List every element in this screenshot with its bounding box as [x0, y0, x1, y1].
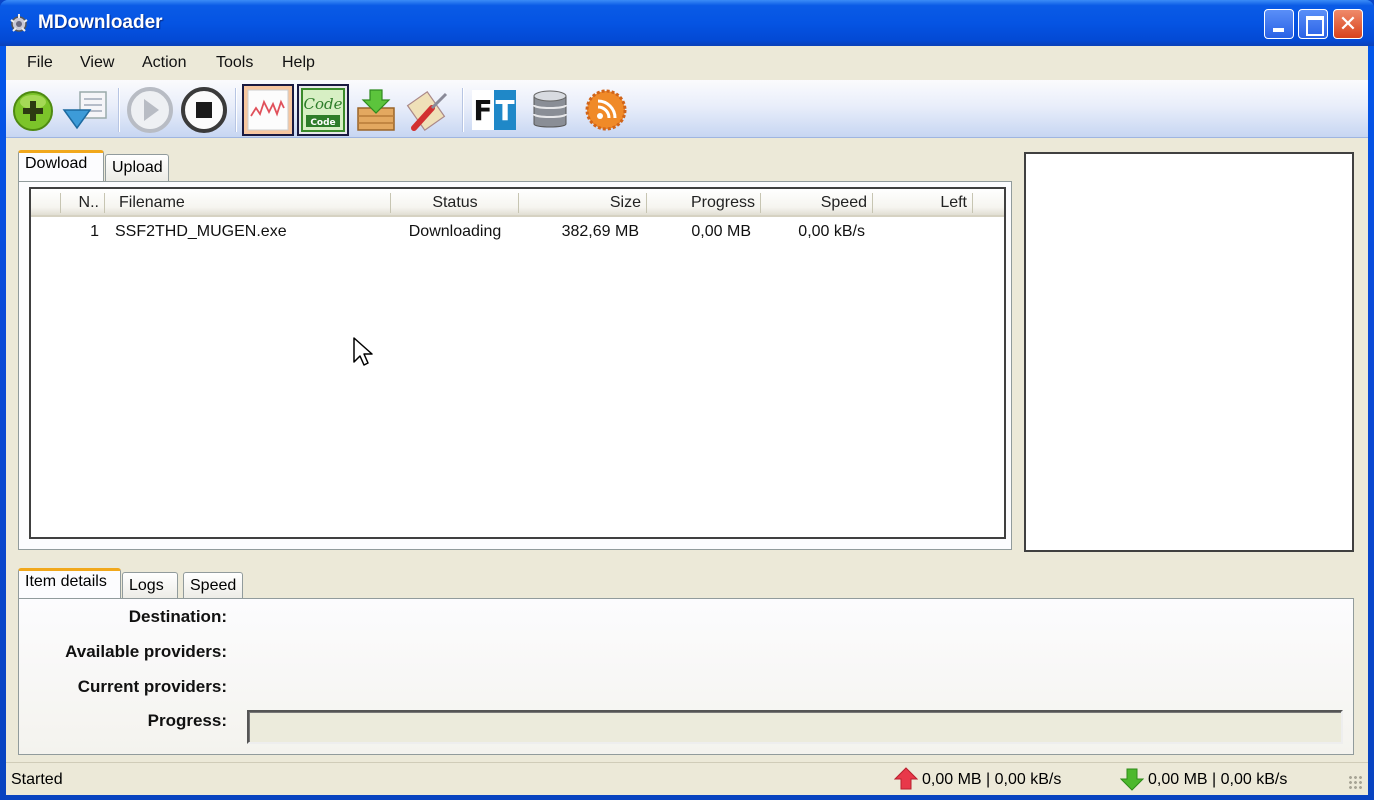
- close-icon: ✕: [1338, 11, 1358, 36]
- database-icon: [533, 90, 567, 128]
- upload-stats: 0,00 MB | 0,00 kB/s: [922, 771, 1062, 788]
- box-download-icon: [357, 89, 395, 131]
- tab-logs[interactable]: Logs: [122, 572, 178, 600]
- table-row[interactable]: 1 SSF2THD_MUGEN.exe Downloading 382,69 M…: [31, 219, 1004, 245]
- available-providers-label: Available providers:: [65, 642, 227, 661]
- plus-circle-icon: [13, 91, 53, 131]
- svg-text:Code: Code: [310, 118, 335, 128]
- code-icon: Code Code: [301, 88, 345, 132]
- status-text: Started: [11, 771, 63, 788]
- play-icon: [127, 87, 173, 133]
- menu-bar: File View Action Tools Help: [6, 46, 1368, 80]
- file-transfer-button[interactable]: F T: [470, 86, 518, 134]
- rss-icon: [585, 89, 627, 131]
- speed-graph-button[interactable]: [242, 84, 294, 136]
- progress-label: Progress:: [147, 711, 227, 730]
- column-header-progress[interactable]: Progress: [647, 189, 761, 217]
- code-button[interactable]: Code Code: [297, 84, 349, 136]
- upload-arrow-icon: [894, 767, 918, 790]
- toolbar-separator: [235, 88, 237, 132]
- details-area: Item details Logs Speed Destination: Ava…: [18, 566, 1354, 756]
- stop-icon: [181, 87, 227, 133]
- tab-download[interactable]: Dowload: [18, 150, 104, 182]
- column-header-size[interactable]: Size: [519, 189, 647, 217]
- svg-text:F: F: [473, 94, 492, 127]
- list-header: N.. Filename Status Size Progress Speed …: [31, 189, 1004, 217]
- maximize-button[interactable]: [1298, 9, 1328, 39]
- download-stats: 0,00 MB | 0,00 kB/s: [1148, 771, 1288, 788]
- download-arrow-icon: [1120, 768, 1144, 791]
- cell-filename: SSF2THD_MUGEN.exe: [115, 223, 287, 240]
- cell-status: Downloading: [408, 223, 502, 240]
- database-button[interactable]: [526, 86, 574, 134]
- menu-help[interactable]: Help: [282, 54, 315, 72]
- column-header-number[interactable]: N..: [61, 189, 105, 217]
- toolbar-separator: [118, 88, 120, 132]
- column-header-status[interactable]: Status: [391, 189, 519, 217]
- download-list-icon: [62, 91, 107, 130]
- start-button[interactable]: [126, 86, 174, 134]
- menu-view[interactable]: View: [80, 54, 114, 72]
- menu-tools[interactable]: Tools: [216, 54, 253, 72]
- cell-left: [873, 219, 973, 245]
- svg-text:T: T: [495, 94, 514, 127]
- title-bar[interactable]: MDownloader ✕: [0, 0, 1374, 46]
- client-area: File View Action Tools Help Code Code F …: [6, 46, 1368, 795]
- cell-number: 1: [90, 223, 99, 240]
- column-header-filename[interactable]: Filename: [105, 189, 391, 217]
- mouse-cursor-icon: [353, 337, 373, 366]
- toolbar-separator: [462, 88, 464, 132]
- menu-file[interactable]: File: [27, 54, 53, 72]
- menu-action[interactable]: Action: [142, 54, 186, 72]
- status-bar: Started 0,00 MB | 0,00 kB/s 0,00 MB | 0,…: [6, 762, 1368, 795]
- cell-size: 382,69 MB: [561, 223, 639, 240]
- column-header-speed[interactable]: Speed: [761, 189, 873, 217]
- minimize-button[interactable]: [1264, 9, 1294, 39]
- tab-speed[interactable]: Speed: [183, 572, 243, 600]
- archive-button[interactable]: [352, 86, 400, 134]
- app-window: MDownloader ✕ File View Action Tools Hel…: [0, 0, 1374, 800]
- tab-item-details[interactable]: Item details: [18, 568, 121, 600]
- download-tabs-area: Dowload Upload N.. Filename Status Size …: [18, 150, 1014, 550]
- column-header-left[interactable]: Left: [873, 189, 973, 217]
- preview-panel: [1024, 152, 1354, 552]
- app-icon: [10, 14, 28, 32]
- add-download-button[interactable]: [10, 86, 58, 134]
- column-header-blank[interactable]: [31, 189, 61, 217]
- graph-icon: [247, 89, 289, 131]
- cell-progress: 0,00 MB: [691, 223, 751, 240]
- item-progress-bar: [247, 710, 1343, 744]
- resize-grip[interactable]: [1348, 775, 1362, 789]
- cell-speed: 0,00 kB/s: [798, 223, 865, 240]
- import-list-button[interactable]: [62, 86, 110, 134]
- svg-text:Code: Code: [304, 95, 343, 113]
- toolbar: Code Code F T: [6, 80, 1368, 138]
- window-title: MDownloader: [38, 12, 163, 33]
- tools-icon: [406, 90, 448, 132]
- rss-button[interactable]: [582, 86, 630, 134]
- current-providers-label: Current providers:: [77, 677, 227, 696]
- downloads-list[interactable]: N.. Filename Status Size Progress Speed …: [29, 187, 1006, 539]
- settings-button[interactable]: [406, 86, 454, 134]
- tab-upload[interactable]: Upload: [105, 154, 169, 182]
- destination-label: Destination:: [128, 607, 227, 626]
- close-button[interactable]: ✕: [1333, 9, 1363, 39]
- ft-icon: F T: [472, 90, 516, 130]
- item-details-panel: Destination: Available providers: Curren…: [18, 598, 1354, 755]
- stop-button[interactable]: [180, 86, 228, 134]
- download-tab-panel: N.. Filename Status Size Progress Speed …: [18, 181, 1012, 550]
